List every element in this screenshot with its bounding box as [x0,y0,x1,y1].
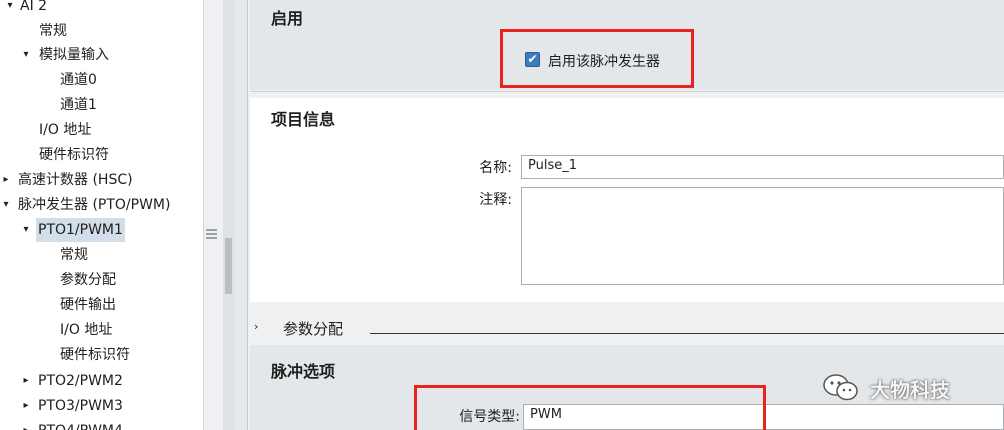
param-assignment-row[interactable] [250,312,1004,344]
highlight-box-enable [500,29,694,88]
splitter-grip-icon[interactable] [206,229,217,239]
section-separator [250,91,1004,92]
tree-item-label: 脉冲发生器 (PTO/PWM) [18,197,171,213]
navigation-tree: ▾ AI 2 常规 ▾ 模拟量输入 通道0 通道1 I/O 地址 硬件标识符 ▸… [0,0,203,430]
chevron-down-icon[interactable]: ▾ [20,43,32,67]
scrollbar-thumb[interactable] [225,238,232,294]
watermark: 大物科技 [822,372,950,404]
tree-item-label: AI 2 [20,0,48,14]
tree-item-label: 硬件标识符 [39,147,109,163]
chevron-right-icon[interactable]: ▸ [20,419,32,430]
watermark-text: 大物科技 [870,377,950,402]
wechat-icon [822,373,860,403]
tree-item-label: 常规 [60,247,88,263]
tree-item-label: 硬件标识符 [60,347,130,363]
chevron-right-icon[interactable]: ▸ [20,394,32,418]
vertical-scrollbar[interactable] [223,0,234,430]
tree-item-label: 硬件输出 [60,297,116,313]
project-info-title: 项目信息 [271,110,336,129]
tree-item-label: PTO2/PWM2 [38,373,123,389]
tree-item-label: 参数分配 [60,272,116,288]
name-input[interactable]: Pulse_1 [521,155,1004,179]
chevron-down-icon[interactable]: ▾ [20,218,32,242]
param-assignment-label[interactable]: 参数分配 [283,318,343,339]
chevron-right-icon[interactable]: ▸ [0,168,12,192]
enable-section-title: 启用 [271,9,304,28]
comment-textarea[interactable] [521,187,1004,285]
chevron-down-icon[interactable]: ▾ [0,193,12,217]
tree-item-label: 模拟量输入 [39,47,109,63]
pane-splitter[interactable] [203,0,223,430]
chevron-right-icon[interactable]: ▸ [20,369,32,393]
comment-label: 注释: [479,192,512,208]
tree-item-label: I/O 地址 [60,322,113,338]
highlight-box-signal-type [414,385,766,430]
tree-item-label: 常规 [39,23,67,39]
content-divider [234,0,248,430]
tree-item-label: PTO4/PWM4 [36,419,125,430]
section-rule [370,333,1004,334]
tree-item-label: 通道1 [60,97,97,113]
chevron-down-icon[interactable]: ▾ [4,0,16,18]
tree-item-label: PTO1/PWM1 [36,218,125,242]
tree-item-label: I/O 地址 [39,122,92,138]
pulse-options-title: 脉冲选项 [271,362,336,381]
tree-item-label: 高速计数器 (HSC) [18,172,133,188]
tree-item-label: PTO3/PWM3 [38,398,123,414]
name-label: 名称: [479,160,512,176]
tree-item-label: 通道0 [60,72,97,88]
chevron-right-icon[interactable]: › [254,320,258,333]
